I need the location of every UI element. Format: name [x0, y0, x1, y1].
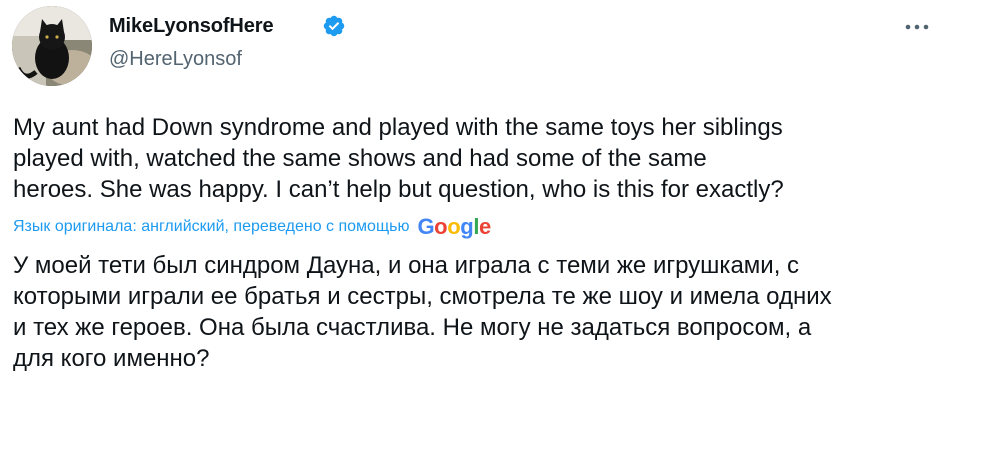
tweet-translated-text: У моей тети был синдром Дауна, и она игр… [13, 252, 832, 372]
translation-note-link[interactable]: Язык оригинала: английский, переведено с… [13, 218, 409, 236]
black-cat-photo-icon [12, 6, 92, 86]
verified-badge-icon [323, 15, 345, 37]
author-display-name[interactable]: MikeLyonsofHere [109, 14, 274, 38]
google-logo-letter: o [447, 214, 461, 239]
google-logo-letter: G [417, 214, 435, 239]
more-horizontal-icon[interactable] [902, 18, 932, 36]
author-handle[interactable]: @HereLyonsof [109, 47, 242, 71]
google-logo-letter: g [460, 214, 474, 239]
tweet: MikeLyonsofHere @HereLyonsof My aunt had… [0, 0, 1000, 451]
translation-attribution: Язык оригинала: английский, переведено с… [13, 213, 491, 241]
google-logo: Google [417, 213, 491, 241]
google-logo-letter: e [479, 214, 491, 239]
avatar[interactable] [12, 6, 92, 86]
tweet-original-text: My aunt had Down syndrome and played wit… [13, 114, 784, 203]
google-logo-letter: o [434, 214, 448, 239]
